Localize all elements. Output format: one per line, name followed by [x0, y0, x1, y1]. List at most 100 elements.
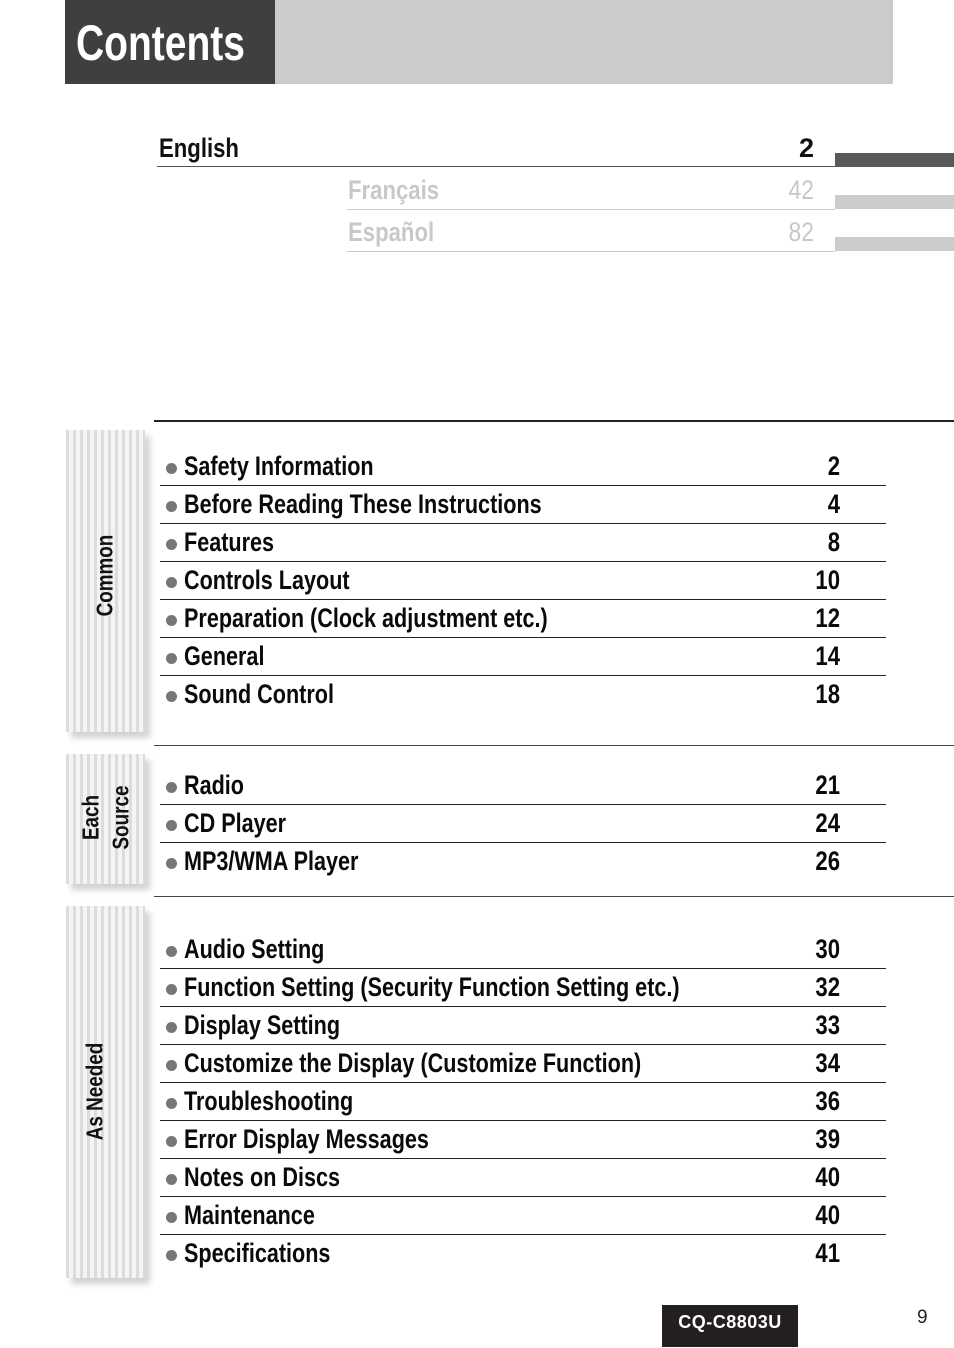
toc-entry-title: Preparation (Clock adjustment etc.)	[184, 603, 548, 633]
bullet-icon	[166, 577, 177, 588]
toc-entry-page: 32	[815, 972, 840, 1002]
toc-entry-title: Error Display Messages	[184, 1124, 429, 1154]
toc-entry-title: Display Setting	[184, 1010, 341, 1040]
bullet-icon	[166, 1098, 177, 1109]
toc-entry-title: Maintenance	[184, 1200, 315, 1230]
lang-page: 42	[788, 175, 814, 205]
toc-entry[interactable]: MP3/WMA Player 26	[160, 843, 886, 881]
section-divider	[154, 745, 954, 746]
bullet-icon	[166, 539, 177, 550]
toc-entry-title: Troubleshooting	[184, 1086, 354, 1116]
lang-page: 82	[788, 217, 814, 247]
bullet-icon	[166, 1022, 177, 1033]
bullet-icon	[166, 1060, 177, 1071]
lang-tab-english	[835, 153, 954, 167]
toc-entry-page: 10	[815, 565, 840, 595]
toc-entry-page: 21	[815, 770, 840, 800]
bullet-icon	[166, 1136, 177, 1147]
toc-entry-title: Specifications	[184, 1238, 331, 1268]
lang-tab-francais	[835, 195, 954, 209]
bullet-icon	[166, 1212, 177, 1223]
section-tab-common: Common	[66, 430, 145, 732]
bullet-icon	[166, 1250, 177, 1261]
toc-entry-page: 24	[815, 808, 840, 838]
section-divider	[154, 420, 954, 422]
bullet-icon	[166, 858, 177, 869]
lang-name: Español	[348, 217, 435, 247]
toc-entry-page: 8	[827, 527, 840, 557]
toc-entry[interactable]: Before Reading These Instructions 4	[160, 486, 886, 524]
bullet-icon	[166, 463, 177, 474]
page-number: 9	[917, 1307, 928, 1328]
bullet-icon	[166, 1174, 177, 1185]
toc-entry[interactable]: Specifications 41	[160, 1235, 886, 1273]
lang-name: Français	[348, 175, 440, 205]
toc-entry-title: Function Setting (Security Function Sett…	[184, 972, 680, 1002]
toc-entry-title: Safety Information	[184, 451, 374, 481]
toc-entry[interactable]: Maintenance 40	[160, 1197, 886, 1235]
toc-entry-title: Before Reading These Instructions	[184, 489, 542, 519]
bullet-icon	[166, 691, 177, 702]
toc-entry-page: 40	[815, 1162, 840, 1192]
model-badge: CQ-C8803U	[662, 1305, 798, 1347]
toc-entry[interactable]: Audio Setting 30	[160, 931, 886, 969]
toc-entry-title: General	[184, 641, 265, 671]
toc-entry[interactable]: Safety Information 2	[160, 448, 886, 486]
lang-page: 2	[798, 133, 814, 163]
bullet-icon	[166, 984, 177, 995]
bullet-icon	[166, 782, 177, 793]
toc-entry[interactable]: CD Player 24	[160, 805, 886, 843]
lang-tab-espanol	[835, 237, 954, 251]
lang-francais[interactable]: Français 42	[348, 177, 814, 207]
toc-entry-page: 41	[815, 1238, 840, 1268]
toc-entry[interactable]: Sound Control 18	[160, 676, 886, 714]
toc-entry-title: CD Player	[184, 808, 287, 838]
toc-entry[interactable]: Customize the Display (Customize Functio…	[160, 1045, 886, 1083]
bullet-icon	[166, 946, 177, 957]
toc-entry[interactable]: Display Setting 33	[160, 1007, 886, 1045]
toc-entry-title: Notes on Discs	[184, 1162, 341, 1192]
section-tab-label: Each	[77, 794, 104, 841]
toc-entry-title: Audio Setting	[184, 934, 325, 964]
toc-entry[interactable]: Radio 21	[160, 767, 886, 805]
toc-entry[interactable]: Troubleshooting 36	[160, 1083, 886, 1121]
toc-entry-title: Sound Control	[184, 679, 334, 709]
toc-entry-title: MP3/WMA Player	[184, 846, 359, 876]
section-divider	[154, 896, 954, 897]
toc-entry-page: 18	[815, 679, 840, 709]
toc-entry-page: 14	[815, 641, 840, 671]
toc-entry[interactable]: Function Setting (Security Function Sett…	[160, 969, 886, 1007]
bullet-icon	[166, 615, 177, 626]
toc-entry-page: 12	[815, 603, 840, 633]
toc-entry-page: 26	[815, 846, 840, 876]
toc-entry[interactable]: Error Display Messages 39	[160, 1121, 886, 1159]
section-tab-label: Source	[107, 785, 134, 850]
toc-entry-page: 2	[827, 451, 840, 481]
toc-entry[interactable]: Preparation (Clock adjustment etc.) 12	[160, 600, 886, 638]
toc-entry[interactable]: General 14	[160, 638, 886, 676]
toc-entry-page: 30	[815, 934, 840, 964]
section-tab-label: As Needed	[81, 1042, 108, 1141]
lang-name: English	[159, 133, 239, 163]
lang-espanol[interactable]: Español 82	[348, 219, 814, 249]
toc-entry-title: Controls Layout	[184, 565, 350, 595]
section-tab-each-source: Each Source	[66, 754, 145, 884]
bullet-icon	[166, 820, 177, 831]
toc-entry-page: 4	[827, 489, 840, 519]
bullet-icon	[166, 501, 177, 512]
toc-entry[interactable]: Features 8	[160, 524, 886, 562]
lang-divider	[347, 251, 835, 252]
section-tab-label: Common	[91, 534, 118, 617]
toc-entry[interactable]: Controls Layout 10	[160, 562, 886, 600]
toc-entry-title: Radio	[184, 770, 245, 800]
toc-entry-page: 39	[815, 1124, 840, 1154]
toc-entry-page: 40	[815, 1200, 840, 1230]
bullet-icon	[166, 653, 177, 664]
toc-entry-title: Customize the Display (Customize Functio…	[184, 1048, 642, 1078]
lang-english[interactable]: English 2	[159, 135, 814, 165]
lang-divider	[157, 166, 835, 167]
toc-entry[interactable]: Notes on Discs 40	[160, 1159, 886, 1197]
page-title: Contents	[76, 15, 245, 71]
toc-entry-page: 36	[815, 1086, 840, 1116]
section-tab-as-needed: As Needed	[66, 906, 145, 1278]
